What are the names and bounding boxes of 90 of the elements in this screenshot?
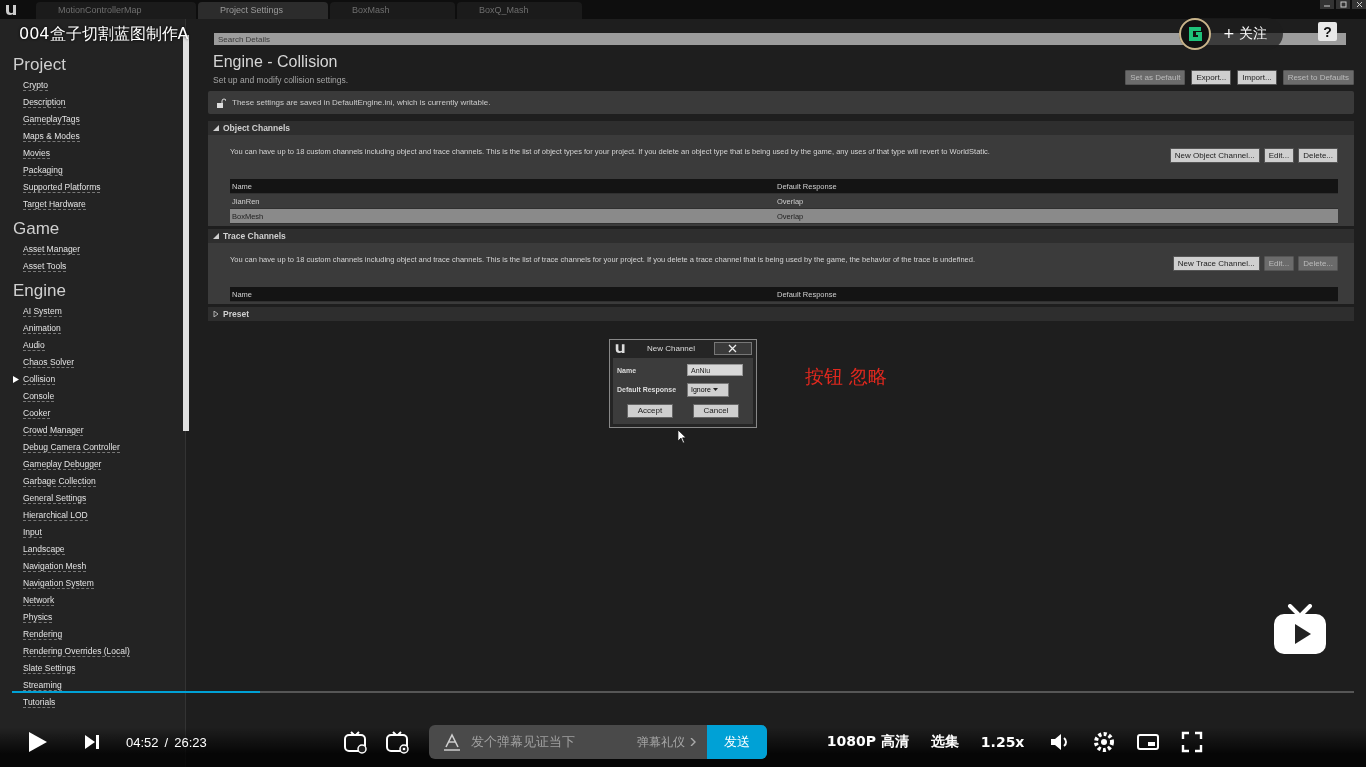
sidebar-link[interactable]: AI System (23, 306, 62, 317)
sidebar-link[interactable]: Crowd Manager (23, 425, 84, 436)
etiquette-link[interactable]: 弹幕礼仪 (636, 733, 685, 751)
sidebar-link[interactable]: Maps & Modes (23, 131, 80, 142)
tv-play-icon[interactable] (1272, 604, 1328, 656)
caret-icon (712, 388, 718, 392)
sidebar-link[interactable]: Collision (23, 374, 56, 385)
duration-time: 26:23 (174, 734, 207, 750)
notice-text: These settings are saved in DefaultEngine.ini, which is currently writable. (232, 98, 491, 107)
expander-icon[interactable] (213, 125, 219, 131)
category-header[interactable]: Preset (208, 307, 1354, 321)
video-title: 004盒子切割蓝图制作A (19, 24, 189, 45)
section-title: Project (13, 55, 67, 75)
sidebar-link[interactable]: Movies (23, 148, 50, 159)
sidebar-link[interactable]: Navigation Mesh (23, 561, 87, 572)
page-subtitle: Set up and modify collision settings. (213, 75, 349, 85)
dialog-button[interactable]: Cancel (693, 403, 739, 418)
sidebar-link[interactable]: Rendering (23, 629, 63, 640)
expander-icon[interactable] (213, 311, 219, 317)
quality-button[interactable]: 1080P 高清 (826, 733, 909, 751)
fullscreen-icon[interactable] (1180, 730, 1205, 754)
sidebar-link[interactable]: Tutorials (23, 697, 56, 708)
editor-tab[interactable]: BoxQ_Mash (457, 2, 582, 19)
category-title: Preset (223, 309, 249, 319)
danmaku-placeholder: 发个弹幕见证当下 (470, 733, 576, 751)
sidebar-link[interactable]: Landscape (23, 544, 65, 555)
sidebar-link[interactable]: Supported Platforms (23, 182, 101, 193)
danmaku-settings-icon[interactable] (384, 730, 409, 754)
sidebar-link[interactable]: Console (23, 391, 55, 402)
sidebar-link[interactable]: Debug Camera Controller (23, 442, 120, 453)
follow-button[interactable]: + 关注 (1179, 18, 1284, 50)
editor-tab[interactable]: BoxMash (330, 2, 455, 19)
category-title: Object Channels (223, 123, 291, 133)
current-time: 04:52 (126, 734, 159, 750)
sidebar-link[interactable]: Audio (23, 340, 45, 351)
sidebar-link[interactable]: Input (23, 527, 42, 538)
restore-icon[interactable] (1336, 0, 1350, 9)
sidebar-link[interactable]: Crypto (23, 80, 49, 91)
sidebar-link[interactable]: Physics (23, 612, 53, 623)
channel-button[interactable]: Edit... (1263, 148, 1295, 163)
category-header[interactable]: Trace Channels (208, 229, 1354, 243)
close-icon[interactable] (714, 342, 752, 355)
sidebar-link[interactable]: Packaging (23, 165, 63, 176)
sidebar-link[interactable]: Animation (23, 323, 61, 334)
section-title: Game (13, 219, 61, 239)
sidebar-link[interactable]: Rendering Overrides (Local) (23, 646, 130, 657)
channel-button[interactable]: New Trace Channel... (1172, 256, 1260, 271)
next-icon[interactable] (83, 733, 101, 751)
close-icon[interactable] (1352, 0, 1366, 9)
sidebar-link[interactable]: Hierarchical LOD (23, 510, 88, 521)
episodes-button[interactable]: 选集 (930, 733, 959, 751)
category-header[interactable]: Object Channels (208, 121, 1354, 135)
sidebar-link[interactable]: General Settings (23, 493, 87, 504)
expander-icon[interactable] (213, 233, 219, 239)
channel-button[interactable]: Delete... (1298, 148, 1338, 163)
danmaku-input[interactable]: 发个弹幕见证当下 弹幕礼仪 发送 (428, 725, 767, 759)
sidebar-link[interactable]: Asset Tools (23, 261, 67, 272)
channel-button[interactable]: New Object Channel... (1169, 148, 1260, 163)
danmaku-toggle-icon[interactable] (342, 730, 367, 754)
sidebar-link[interactable]: Asset Manager (23, 244, 81, 255)
settings-icon[interactable] (1092, 730, 1117, 754)
sidebar-link[interactable]: Chaos Solver (23, 357, 75, 368)
text-style-icon[interactable] (442, 733, 461, 751)
action-button[interactable]: Export... (1191, 70, 1232, 85)
dialog-title: New Channel (646, 344, 696, 353)
speed-button[interactable]: 1.25x (980, 734, 1025, 750)
sidebar-link[interactable]: Description (23, 97, 66, 108)
annotation-text: 按钮 忽略 (805, 364, 888, 389)
minimize-icon[interactable] (1320, 0, 1334, 9)
section-title: Engine (13, 281, 67, 301)
sidebar-link[interactable]: Target Hardware (23, 199, 86, 210)
sidebar-link[interactable]: Garbage Collection (23, 476, 96, 487)
sidebar-link[interactable]: Gameplay Debugger (23, 459, 102, 470)
unreal-logo-icon (614, 342, 628, 355)
sidebar-link[interactable]: Slate Settings (23, 663, 76, 674)
help-button[interactable]: ? (1318, 22, 1337, 41)
editor-tab[interactable]: MotionControllerMap (36, 2, 196, 19)
sidebar-link[interactable]: Network (23, 595, 55, 606)
action-button[interactable]: Import... (1237, 70, 1277, 85)
dialog-button[interactable]: Accept (627, 403, 673, 418)
category-title: Trace Channels (223, 231, 286, 241)
unlock-icon (216, 97, 226, 108)
sidebar-link[interactable]: Navigation System (23, 578, 94, 589)
mouse-cursor-icon (678, 430, 686, 443)
page-title: Engine - Collision (213, 53, 339, 71)
sidebar-link[interactable]: GameplayTags (23, 114, 80, 125)
chevron-right-icon (688, 738, 697, 746)
sidebar-link[interactable]: Cooker (23, 408, 51, 419)
editor-tab[interactable]: Project Settings (198, 2, 328, 19)
time-separator: / (164, 734, 169, 750)
